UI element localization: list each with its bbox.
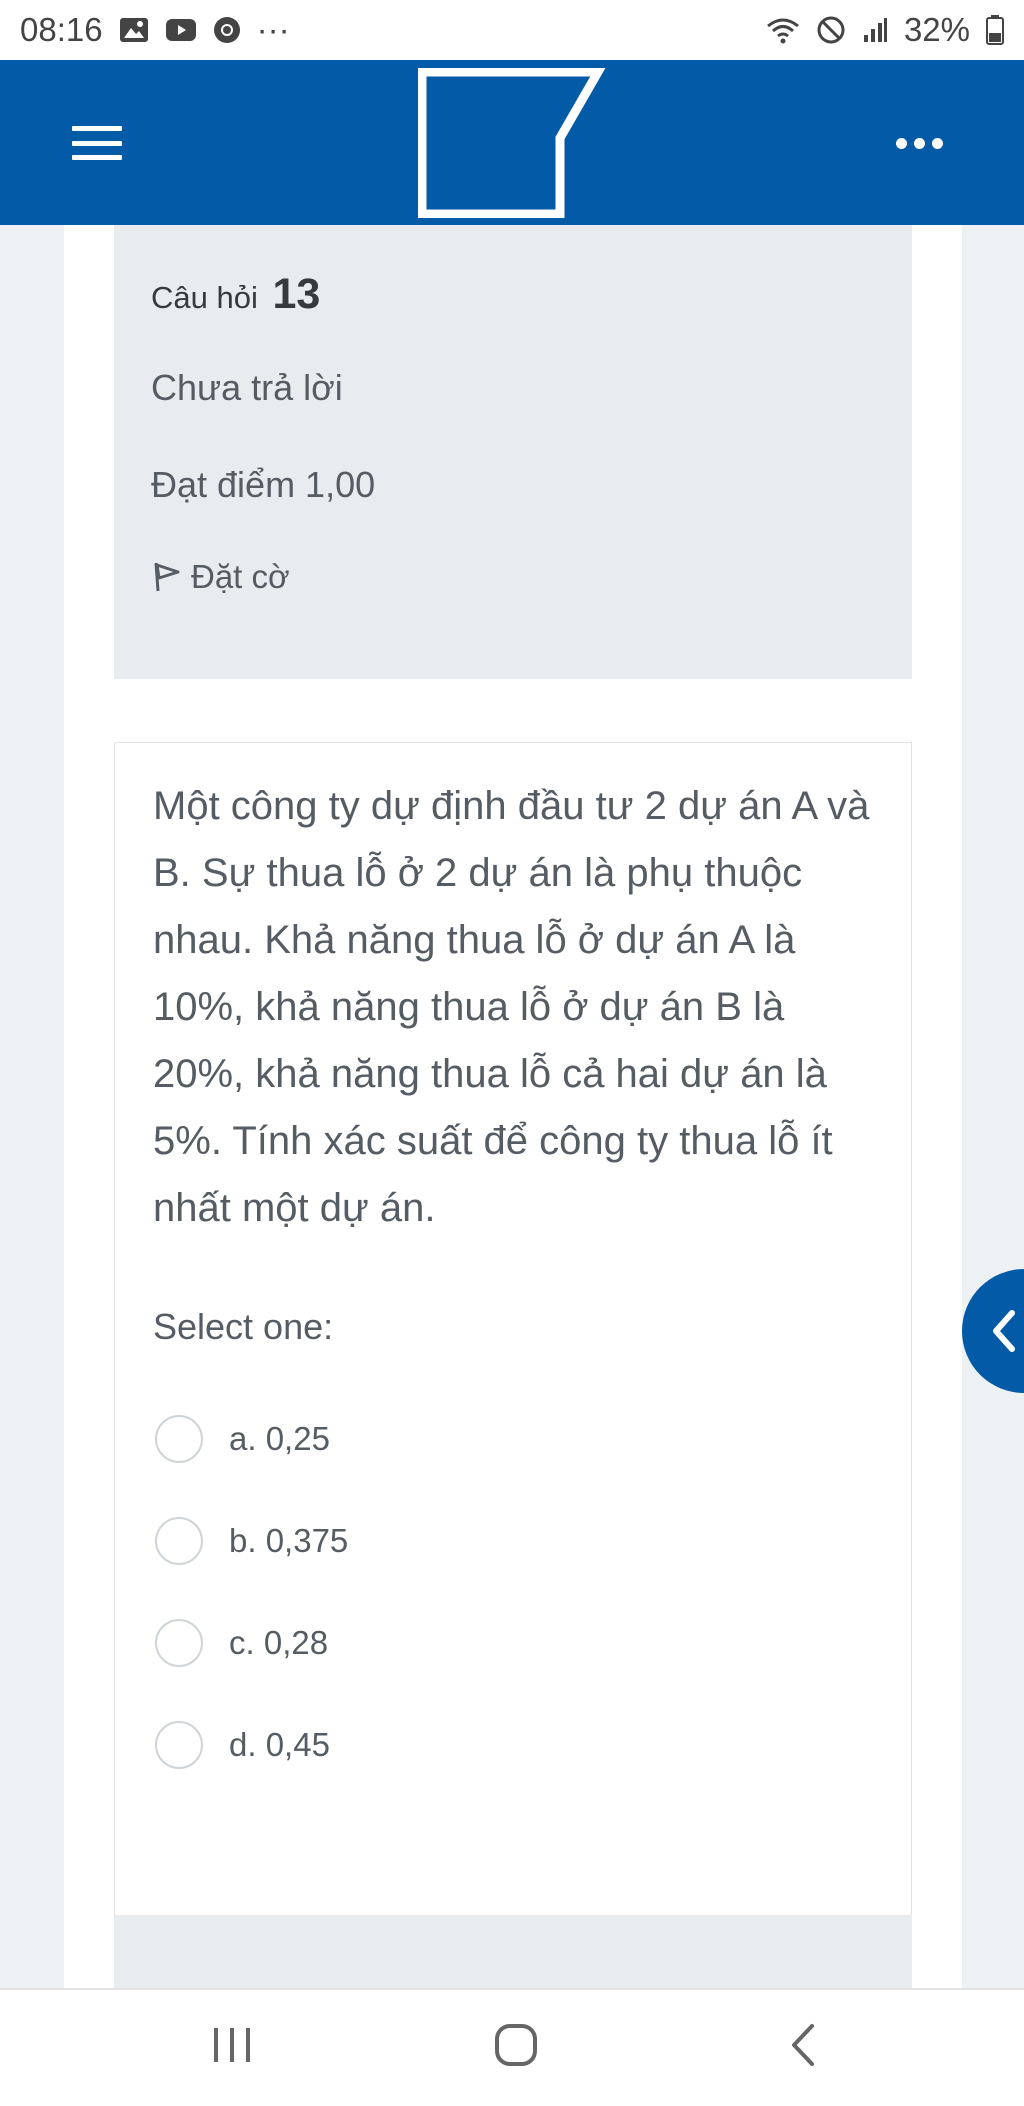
question-number: Câu hỏi 13 [151,270,875,319]
answer-option-b[interactable]: b. 0,375 [153,1490,873,1592]
answer-option-c[interactable]: c. 0,28 [153,1592,873,1694]
page-content: Câu hỏi 13 Chưa trả lời Đạt điểm 1,00 Đặ… [0,225,1024,1988]
battery-icon [986,15,1004,45]
home-icon[interactable] [492,2020,540,2070]
recent-apps-icon[interactable] [210,2020,254,2070]
chrome-icon [213,16,241,44]
flag-label: Đặt cờ [191,558,290,595]
select-one-prompt: Select one: [153,1306,334,1347]
status-bar: 08:16 ··· 32% [0,0,1024,60]
answer-radio[interactable] [155,1619,203,1667]
more-icon[interactable] [896,138,943,149]
answer-option-d[interactable]: d. 0,45 [153,1694,873,1796]
answer-option-a[interactable]: a. 0,25 [153,1388,873,1490]
battery-percent: 32% [903,11,970,48]
question-formulation: Một công ty dự định đầu tư 2 dự án A và … [114,742,912,1988]
hamburger-icon[interactable] [72,126,122,160]
site-logo[interactable] [418,68,608,218]
answer-label: d. 0,45 [229,1726,330,1763]
next-question-info [114,1915,912,1988]
answer-radio[interactable] [155,1415,203,1463]
youtube-icon [165,18,197,42]
flag-icon [154,562,180,592]
wifi-icon [766,16,800,44]
answer-radio[interactable] [155,1517,203,1565]
answer-label: b. 0,375 [229,1522,349,1559]
answer-label: a. 0,25 [229,1420,330,1457]
answer-label: c. 0,28 [229,1624,329,1661]
question-grade: Đạt điểm 1,00 [151,464,376,505]
drawer-toggle-button[interactable] [962,1269,1024,1393]
status-bar-right: 32% [766,11,1004,49]
question-number-value: 13 [272,270,321,318]
status-overflow: ··· [256,11,290,48]
question-info: Câu hỏi 13 Chưa trả lời Đạt điểm 1,00 Đặ… [114,225,912,679]
status-time: 08:16 [20,11,103,48]
chevron-left-icon [993,1310,1015,1352]
answer-radio[interactable] [155,1721,203,1769]
do-not-disturb-icon [816,15,846,45]
gallery-icon [119,17,149,43]
flag-question-button[interactable]: Đặt cờ [151,558,875,596]
question-number-label: Câu hỏi [151,280,258,315]
back-icon[interactable] [786,2020,822,2070]
system-nav-bar [0,1988,1024,2106]
question-state: Chưa trả lời [151,367,343,408]
status-bar-left: 08:16 ··· [20,11,290,49]
signal-icon [862,17,888,43]
answer-list: a. 0,25 b. 0,375 c. 0,28 d. 0,45 [153,1388,873,1796]
app-bar [0,60,1024,225]
question-text: Một công ty dự định đầu tư 2 dự án A và … [153,784,870,1230]
